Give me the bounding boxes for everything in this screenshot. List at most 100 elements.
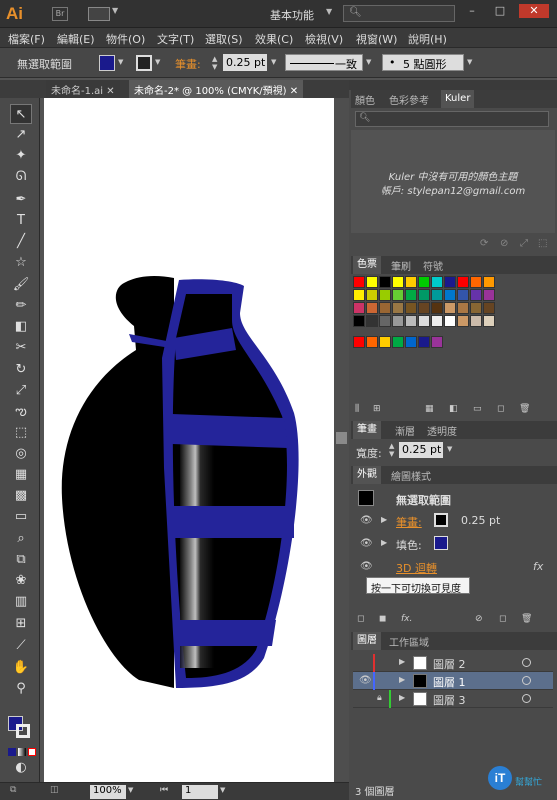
menu-select[interactable]: 選取(S) [205,31,243,47]
swatch[interactable] [470,276,482,288]
expand-triangle-icon[interactable]: ▶ [399,693,405,702]
vertical-scrollbar[interactable] [334,98,349,782]
tab-document-1[interactable]: 未命名-1.ai ✕ [46,80,120,98]
swatch[interactable] [470,315,482,327]
swatch[interactable] [418,276,430,288]
none-mode-icon[interactable] [28,748,36,756]
color-group-icon[interactable]: ◧ [449,404,458,414]
free-transform-tool-icon[interactable]: ⬚ [10,423,32,443]
close-icon[interactable]: ✕ [290,86,298,97]
expand-triangle-icon[interactable]: ▶ [399,657,405,666]
selection-tool-icon[interactable]: ↖ [10,104,32,124]
layer-row-selected[interactable]: 👁︎ ▶ 圖層 1 [353,672,553,690]
swatch[interactable] [444,315,456,327]
swatch-options-icon[interactable]: ▦ [425,404,434,414]
eraser-tool-icon[interactable]: ◧ [10,317,32,337]
swatch[interactable] [431,276,443,288]
tab-layers[interactable]: 圖層 [353,632,381,650]
vase-artwork[interactable] [44,98,334,782]
document-status-icon[interactable]: ⧉ [10,785,16,795]
warp-tool-icon[interactable]: ఌ [10,402,32,422]
add-effect-icon[interactable]: fx. [401,614,412,624]
swatch[interactable] [392,276,404,288]
artboard-tool-icon[interactable]: ⊞ [10,614,32,634]
menu-object[interactable]: 物件(O) [106,31,145,47]
swatch[interactable] [366,336,378,348]
swatch[interactable] [431,315,443,327]
eyedropper-tool-icon[interactable]: ⌕ [10,529,32,549]
layer-name[interactable]: 圖層 3 [433,692,466,708]
swatch[interactable] [483,302,495,314]
swatch[interactable] [392,336,404,348]
slice-tool-icon[interactable]: ⟋ [10,636,32,656]
zoom-input[interactable]: 100% [90,785,126,799]
stroke-weight-input[interactable]: 0.25 pt [223,54,267,71]
new-swatch-icon[interactable]: ◻ [497,404,504,414]
expand-triangle-icon[interactable]: ▶ [399,675,405,684]
artboard-number-input[interactable]: 1 [182,785,218,799]
fill-swatch[interactable] [99,55,115,71]
swatch[interactable] [405,336,417,348]
scale-tool-icon[interactable]: ⤢ [10,381,32,401]
scissors-tool-icon[interactable]: ✂ [10,338,32,358]
swatch[interactable] [431,302,443,314]
chevron-down-icon[interactable]: ▼ [220,786,225,794]
clear-appearance-icon[interactable]: ⊘ [475,614,483,624]
graph-tool-icon[interactable]: ▥ [10,592,32,612]
lasso-tool-icon[interactable]: ᘏ [10,167,32,187]
swatch[interactable] [470,289,482,301]
target-icon[interactable] [522,676,531,685]
swatch-library-icon[interactable]: ⫼ [355,404,359,414]
new-folder-icon[interactable]: ▭ [473,404,482,414]
color-mode-icon[interactable] [8,748,16,756]
swatch[interactable] [444,276,456,288]
close-button[interactable]: ✕ [519,4,549,18]
swatch[interactable] [392,289,404,301]
swatch[interactable] [457,276,469,288]
swatch[interactable] [444,289,456,301]
stroke-profile-dropdown[interactable]: 一致 [285,54,363,71]
appearance-stroke-swatch[interactable] [434,513,448,527]
blend-tool-icon[interactable]: ⧉ [10,550,32,570]
open-kuler-icon[interactable]: ⬚ [538,238,547,249]
gradient-mode-icon[interactable] [18,748,26,756]
zoom-tool-icon[interactable]: ⚲ [10,679,32,699]
appearance-stroke-label[interactable]: 筆畫: [396,514,422,530]
pencil-tool-icon[interactable]: ✏ [10,296,32,316]
swatch[interactable] [366,289,378,301]
artboard-canvas[interactable] [44,98,334,782]
chevron-down-icon[interactable]: ▼ [326,7,332,16]
chevron-down-icon[interactable]: ▼ [447,445,452,453]
rotate-tool-icon[interactable]: ↻ [10,360,32,380]
minimize-button[interactable]: – [462,4,482,18]
draw-mode-icon[interactable]: ◐ [10,758,32,778]
first-artboard-icon[interactable]: ⏮ [160,785,168,795]
swatch[interactable] [470,302,482,314]
trash-icon[interactable]: 🗑︎ [521,614,532,624]
effect-3d-revolve[interactable]: 3D 迴轉 [396,560,437,576]
symbol-sprayer-tool-icon[interactable]: ❀ [10,571,32,591]
swatch[interactable] [379,315,391,327]
kuler-search-input[interactable] [355,111,549,127]
swatch[interactable] [457,289,469,301]
chevron-down-icon[interactable]: ▼ [118,58,123,66]
add-stroke-icon[interactable]: ◻ [357,614,364,624]
chevron-down-icon[interactable]: ▼ [155,58,160,66]
swatch[interactable] [366,276,378,288]
eye-icon[interactable]: 👁︎ [360,515,373,526]
swatch[interactable] [353,289,365,301]
swatch[interactable] [366,302,378,314]
stroke-color-icon[interactable] [16,724,30,738]
shape-builder-tool-icon[interactable]: ◎ [10,444,32,464]
stroke-label[interactable]: 筆畫: [175,56,201,72]
appearance-fill-swatch[interactable] [434,536,448,550]
tab-document-2[interactable]: 未命名-2* @ 100% (CMYK/預視) ✕ [129,80,304,98]
workspace-switcher[interactable]: 基本功能 [270,7,314,23]
target-icon[interactable] [522,694,531,703]
type-tool-icon[interactable]: T [10,211,32,231]
tab-appearance[interactable]: 外觀 [353,466,381,484]
layer-row[interactable]: 🔒︎ ▶ 圖層 3 [353,690,553,708]
stepper-icon[interactable]: ▲ ▼ [389,442,394,458]
chevron-down-icon[interactable]: ▼ [366,58,371,66]
direct-selection-tool-icon[interactable]: ↗ [10,125,32,145]
